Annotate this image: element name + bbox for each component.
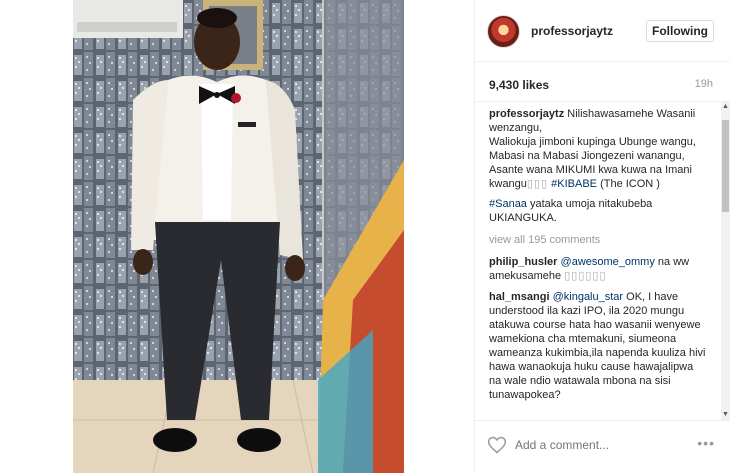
hashtag-kibabe[interactable]: #KIBABE — [551, 178, 597, 190]
scroll-up-arrow-icon[interactable]: ▲ — [721, 102, 730, 112]
caption: professorjaytz Nilishawasamehe Wasanii w… — [489, 107, 706, 191]
avatar[interactable] — [487, 15, 520, 48]
comment-text: OK, I have understood ila kazi IPO, ila … — [489, 291, 706, 401]
post-side-panel: professorjaytz Following 9,430 likes 19h… — [474, 0, 730, 473]
caption-emoji: ▯▯▯ — [526, 178, 549, 190]
comment: hal_msangi @kingalu_star OK, I have unde… — [489, 290, 706, 402]
scroll-down-arrow-icon[interactable]: ▼ — [721, 410, 730, 420]
post-meta: 9,430 likes 19h — [475, 62, 730, 102]
caption-text-after: (The ICON ) — [597, 178, 660, 190]
post-time: 19h — [694, 78, 713, 90]
scroll-thumb[interactable] — [722, 120, 729, 212]
comments-scrollbar[interactable]: ▲ ▼ — [721, 102, 730, 420]
comment-emoji: ▯▯▯▯▯▯ — [564, 270, 607, 282]
post-photo-image — [73, 0, 404, 473]
comments-list[interactable]: professorjaytz Nilishawasamehe Wasanii w… — [475, 102, 720, 420]
header-username[interactable]: professorjaytz — [531, 24, 613, 38]
post-photo[interactable] — [73, 0, 404, 473]
caption-second-line: #Sanaa yataka umoja nitakubeba UKIANGUKA… — [489, 197, 706, 225]
likes-count[interactable]: 9,430 likes — [489, 78, 549, 92]
more-options-icon[interactable]: ••• — [697, 435, 715, 451]
post-header: professorjaytz Following — [475, 0, 730, 62]
post-footer: ••• — [475, 420, 730, 473]
view-all-comments-link[interactable]: view all 195 comments — [489, 233, 706, 247]
following-button[interactable]: Following — [646, 20, 714, 42]
hashtag-sanaa[interactable]: #Sanaa — [489, 198, 527, 210]
add-comment-input[interactable] — [515, 437, 685, 453]
comment-username[interactable]: hal_msangi — [489, 291, 550, 303]
comment: philip_husler @awesome_ommy na ww amekus… — [489, 255, 706, 283]
heart-icon[interactable] — [487, 435, 507, 455]
caption-username[interactable]: professorjaytz — [489, 108, 564, 120]
comment-username[interactable]: philip_husler — [489, 256, 557, 268]
photo-pane — [0, 0, 474, 473]
comment-mention[interactable]: @awesome_ommy — [561, 256, 655, 268]
comment-mention[interactable]: @kingalu_star — [553, 291, 623, 303]
